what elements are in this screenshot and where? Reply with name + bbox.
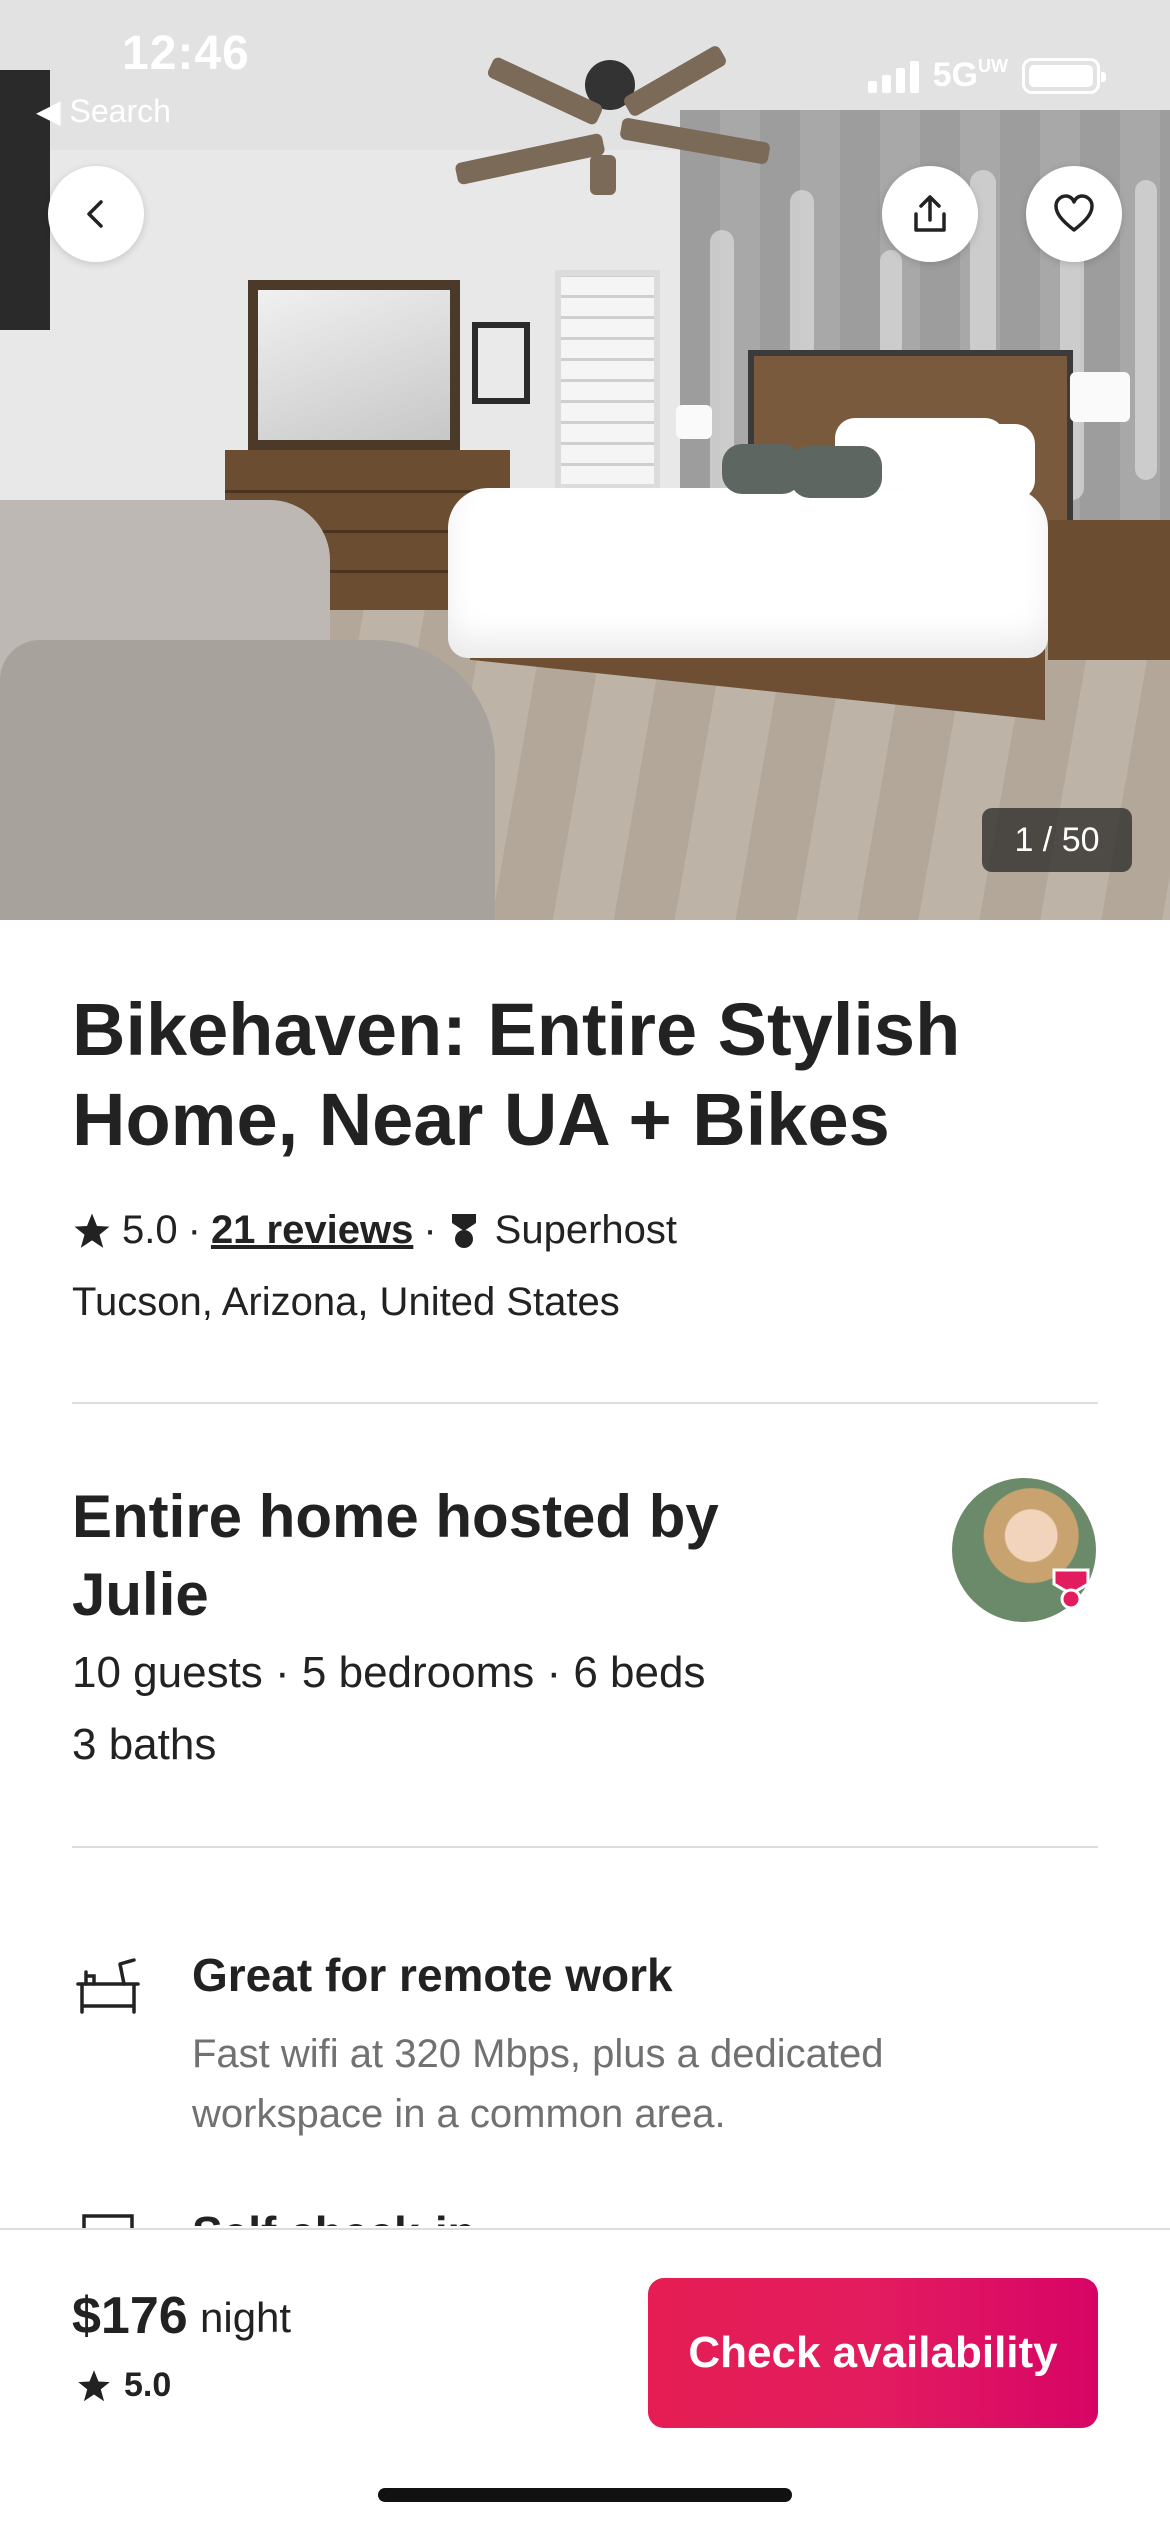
superhost-label: Superhost (494, 1208, 677, 1252)
status-time: 12:46 (122, 27, 250, 80)
price-unit: night (200, 2294, 292, 2341)
rating-value: 5.0 (122, 1208, 178, 1252)
feature-title: Great for remote work (192, 1949, 673, 2001)
star-icon (74, 1213, 110, 1248)
divider (72, 1402, 1098, 1404)
status-back-label: Search (69, 93, 171, 129)
heart-icon (1054, 194, 1094, 232)
status-back-to-search[interactable]: ◀ Search (36, 92, 171, 130)
check-availability-button[interactable]: Check availability (648, 2278, 1098, 2428)
photo-window (555, 270, 660, 490)
signal-icon (867, 59, 919, 93)
listing-title: Bikehaven: Entire Stylish Home, Near UA … (72, 988, 961, 1161)
photo-nightstand (1048, 520, 1170, 660)
feature-title-partial: Self check-in (192, 2206, 476, 2226)
nightly-price: $176 (72, 2287, 188, 2345)
photo-fan-blade (590, 155, 616, 195)
door-icon (82, 2214, 134, 2228)
booking-rating-value: 5.0 (124, 2366, 172, 2404)
listing-location[interactable]: Tucson, Arizona, United States (72, 1280, 620, 1325)
host-capacity: 10 guests · 5 bedrooms · 6 beds (72, 1648, 706, 1697)
listing-meta: 5.0 · 21 reviews · Superhost (72, 1208, 677, 1253)
host-title: Entire home hosted by Julie (72, 1483, 719, 1628)
share-icon (914, 195, 946, 232)
divider (72, 1846, 1098, 1848)
save-button[interactable] (1026, 166, 1122, 262)
photo-chair (0, 640, 495, 920)
superhost-badge-icon (1052, 1568, 1090, 1610)
photo-bed (448, 488, 1048, 658)
share-button[interactable] (882, 166, 978, 262)
back-triangle-icon: ◀ (36, 93, 61, 129)
photo-lamp (1070, 372, 1130, 422)
star-icon (78, 2369, 110, 2401)
photo-mirror (248, 280, 460, 450)
photo-pillow (905, 424, 1035, 500)
booking-rating: 5.0 (76, 2366, 171, 2405)
listing-photo[interactable] (0, 0, 1170, 920)
photo-pillow (790, 446, 882, 498)
photo-counter: 1 / 50 (982, 808, 1132, 872)
reviews-link[interactable]: 21 reviews (211, 1208, 413, 1253)
network-label: 5GUW (932, 56, 1008, 94)
back-button[interactable] (48, 166, 144, 262)
desk-icon (76, 1958, 140, 2014)
status-indicators: 5GUW (867, 56, 1106, 95)
superhost-medal-icon (451, 1213, 476, 1248)
photo-wall-frame (472, 322, 530, 404)
feature-description: Fast wifi at 320 Mbps, plus a dedicated … (192, 2032, 884, 2136)
chevron-left-icon (87, 200, 103, 228)
battery-icon (1022, 57, 1106, 94)
photo-lamp (676, 405, 712, 439)
home-indicator[interactable] (378, 2488, 792, 2502)
host-baths: 3 baths (72, 1720, 217, 1769)
